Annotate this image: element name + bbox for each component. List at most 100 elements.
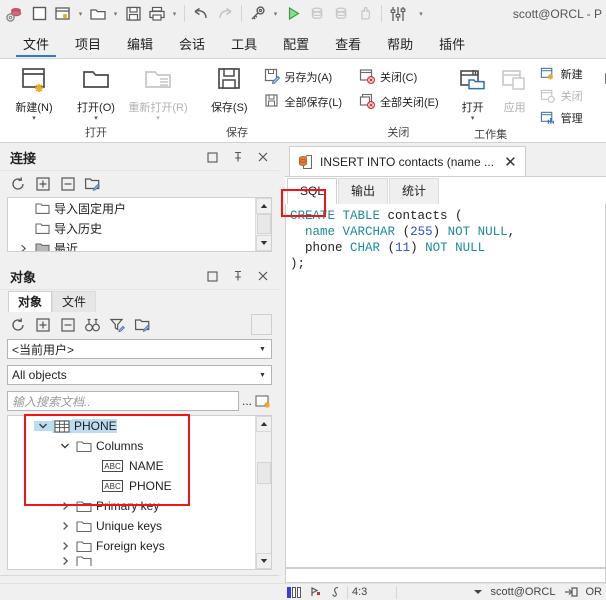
tab-sql[interactable]: SQL <box>287 178 338 204</box>
tree-item-phone-table[interactable]: PHONE <box>8 416 255 436</box>
chevron-right-icon[interactable] <box>14 244 32 251</box>
tree-item-import-fixed-user[interactable]: 导入固定用户 <box>8 198 255 218</box>
scroll-thumb[interactable] <box>256 214 271 234</box>
execute-icon[interactable] <box>281 2 305 26</box>
menu-item-help[interactable]: 帮助 <box>374 31 426 58</box>
script-icon[interactable] <box>326 584 347 600</box>
undo-icon[interactable] <box>189 2 213 26</box>
menu-item-configure[interactable]: 配置 <box>270 31 322 58</box>
connections-tree[interactable]: 导入固定用户 导入历史 最近 <box>7 197 272 252</box>
chevron-down-icon-2[interactable]: ▾ <box>94 115 98 124</box>
expand-icon[interactable] <box>31 173 54 195</box>
ribbon-button-reopen[interactable]: 重新打开(R) ▾ <box>127 62 189 124</box>
tree-item-columns[interactable]: Columns <box>8 436 255 456</box>
collapse-icon[interactable] <box>56 173 79 195</box>
search-ellipsis-button[interactable]: ... <box>242 394 252 408</box>
menu-item-session[interactable]: 会话 <box>166 31 218 58</box>
chevron-right-icon-next[interactable] <box>56 556 74 566</box>
new-window-icon[interactable] <box>27 2 51 26</box>
tree-item-recent[interactable]: 最近 <box>8 238 255 251</box>
chevron-down-icon-type[interactable]: ▼ <box>254 366 271 384</box>
scroll-thumb-2[interactable] <box>256 462 271 484</box>
close-icon-tab[interactable]: ✕ <box>500 153 517 171</box>
maximize-icon-2[interactable] <box>200 265 225 287</box>
search-input[interactable]: 输入搜索文档.. <box>7 391 239 411</box>
find-icon[interactable] <box>81 314 104 336</box>
ribbon-button-save-as[interactable]: 另存为(A) <box>260 64 345 89</box>
collapse-icon-2[interactable] <box>56 314 79 336</box>
close-icon-2[interactable] <box>250 265 275 287</box>
tree-item-partial[interactable] <box>8 556 255 566</box>
chevron-down-icon-3[interactable]: ▾ <box>156 115 160 124</box>
expand-icon-2[interactable] <box>31 314 54 336</box>
menu-item-view[interactable]: 查看 <box>322 31 374 58</box>
pin-icon-2[interactable] <box>225 265 250 287</box>
tree-item-column-phone[interactable]: ABC PHONE <box>8 476 255 496</box>
close-icon[interactable] <box>250 146 275 168</box>
chevron-right-icon-uk[interactable] <box>56 521 74 531</box>
new-file-icon[interactable] <box>51 2 75 26</box>
ribbon-button-workset-apply[interactable]: 应用 <box>494 62 536 124</box>
tree-item-import-history[interactable]: 导入历史 <box>8 218 255 238</box>
objects-tree[interactable]: PHONE Columns ABC NAME ABC PHONE Primary… <box>7 415 272 570</box>
sql-code-editor[interactable]: CREATE TABLE contacts ( name VARCHAR (25… <box>285 204 606 568</box>
ribbon-button-workset-manage[interactable]: 管理 <box>536 107 586 129</box>
ribbon-button-close[interactable]: 关闭(C) <box>355 64 442 89</box>
object-type-select[interactable]: All objects ▼ <box>7 365 272 385</box>
ribbon-button-save-all[interactable]: 全部保存(L) <box>260 89 345 114</box>
preferences-icon[interactable] <box>386 2 410 26</box>
sql-code-content[interactable]: CREATE TABLE contacts ( name VARCHAR (25… <box>286 204 605 272</box>
key-icon[interactable] <box>246 2 270 26</box>
ribbon-button-workset-open[interactable]: 打开 ▾ <box>452 62 494 124</box>
tab-files[interactable]: 文件 <box>52 291 97 312</box>
maximize-icon[interactable] <box>200 146 225 168</box>
objects-scrollbar[interactable] <box>255 416 271 569</box>
print-icon[interactable] <box>145 2 169 26</box>
ribbon-button-open[interactable]: 打开(O) ▾ <box>65 62 127 124</box>
open-file-caret-icon[interactable]: ▾ <box>110 2 121 26</box>
chevron-right-icon-fk[interactable] <box>56 541 74 551</box>
chevron-down-icon-tree[interactable] <box>34 421 52 431</box>
tree-item-foreign-keys[interactable]: Foreign keys <box>8 536 255 556</box>
connections-scrollbar[interactable] <box>255 198 271 251</box>
ribbon-button-workset-new[interactable]: 新建 <box>536 63 586 85</box>
folder-edit-icon[interactable] <box>131 314 154 336</box>
ribbon-button-workset-close[interactable]: 关闭 <box>536 85 586 107</box>
new-file-caret-icon[interactable]: ▾ <box>75 2 86 26</box>
arrow-flag-icon[interactable] <box>305 584 326 600</box>
chevron-right-icon-pk[interactable] <box>56 501 74 511</box>
print-caret-icon[interactable]: ▾ <box>169 2 180 26</box>
tree-item-primary-key[interactable]: Primary key <box>8 496 255 516</box>
scroll-down-icon[interactable] <box>255 235 271 251</box>
pin-icon[interactable] <box>225 146 250 168</box>
ribbon-button-close-all[interactable]: 全部关闭(E) <box>355 89 442 114</box>
ribbon-button-new[interactable]: 新建(N) ▾ <box>3 62 65 124</box>
key-caret-icon[interactable]: ▾ <box>270 2 281 26</box>
menu-item-edit[interactable]: 编辑 <box>114 31 166 58</box>
new-item-icon[interactable] <box>255 394 272 409</box>
menu-item-tools[interactable]: 工具 <box>218 31 270 58</box>
menu-item-project[interactable]: 项目 <box>62 31 114 58</box>
document-tab-sql[interactable]: INSERT INTO contacts (name ... ✕ <box>289 146 526 176</box>
new-folder-icon[interactable] <box>81 173 104 195</box>
refresh-icon-2[interactable] <box>6 314 29 336</box>
result-grid-placeholder[interactable] <box>285 568 606 583</box>
chevron-down-icon-4[interactable]: ▾ <box>471 115 475 124</box>
open-file-icon[interactable] <box>86 2 110 26</box>
dropdown-arrow-icon[interactable] <box>469 584 487 600</box>
chevron-down-icon[interactable]: ▾ <box>32 115 36 124</box>
ribbon-button-print[interactable]: 打印 ▾ <box>596 62 606 124</box>
redo-icon[interactable] <box>213 2 237 26</box>
chevron-down-icon-user[interactable]: ▼ <box>254 340 271 358</box>
tab-statistics[interactable]: 统计 <box>389 178 440 204</box>
scroll-up-icon[interactable] <box>255 198 271 214</box>
refresh-icon[interactable] <box>6 173 29 195</box>
tab-objects[interactable]: 对象 <box>8 291 53 312</box>
objects-extra-button[interactable] <box>251 314 272 335</box>
scroll-down-icon-2[interactable] <box>255 553 271 569</box>
filter-icon[interactable] <box>106 314 129 336</box>
tree-item-column-name[interactable]: ABC NAME <box>8 456 255 476</box>
save-icon[interactable] <box>121 2 145 26</box>
tree-item-unique-keys[interactable]: Unique keys <box>8 516 255 536</box>
user-select[interactable]: <当前用户> ▼ <box>7 339 272 359</box>
